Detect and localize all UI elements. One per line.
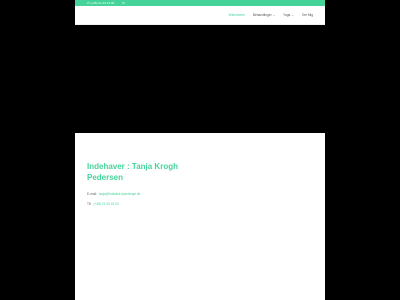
page-title: Indehaver : Tanja Krogh Pedersen bbox=[87, 162, 178, 182]
nav-item-om-mig[interactable]: Om Mig bbox=[302, 13, 313, 17]
topbar-phone-number: (+45) 21 43 43 00 bbox=[90, 1, 115, 5]
chevron-down-icon: ⌄ bbox=[272, 13, 276, 17]
header: Velkommen Behandlinger ⌄ Yoga ⌄ Om Mig bbox=[75, 6, 325, 25]
page: ✆ (+45) 21 43 43 00 ✉ Velkommen Behandli… bbox=[75, 0, 325, 300]
nav-item-label: Yoga bbox=[283, 13, 291, 17]
tel-label: Tlf: bbox=[87, 202, 92, 206]
envelope-icon[interactable]: ✉ bbox=[122, 1, 125, 5]
nav-item-velkommen[interactable]: Velkommen bbox=[228, 13, 245, 17]
topbar-phone[interactable]: ✆ (+45) 21 43 43 00 bbox=[87, 1, 114, 5]
email-label: E-mail: bbox=[87, 192, 97, 196]
nav-item-label: Om Mig bbox=[301, 13, 313, 17]
nav-item-label: Behandlinger bbox=[252, 13, 272, 17]
tel-row: Tlf: (+45) 21 43 43 00 bbox=[87, 202, 119, 206]
content-section: Indehaver : Tanja Krogh Pedersen E-mail:… bbox=[75, 133, 325, 300]
nav-item-behandlinger[interactable]: Behandlinger ⌄ bbox=[253, 13, 275, 17]
nav-item-yoga[interactable]: Yoga ⌄ bbox=[283, 13, 294, 17]
phone-icon: ✆ bbox=[87, 1, 90, 5]
chevron-down-icon: ⌄ bbox=[291, 13, 294, 17]
email-row: E-mail: tanja@holistisk-fysioterapi.dk bbox=[87, 192, 140, 196]
nav-item-label: Velkommen bbox=[228, 13, 245, 17]
main-nav: Velkommen Behandlinger ⌄ Yoga ⌄ Om Mig bbox=[228, 13, 313, 17]
hero-banner bbox=[75, 25, 325, 133]
email-link[interactable]: tanja@holistisk-fysioterapi.dk bbox=[99, 192, 140, 196]
tel-link[interactable]: (+45) 21 43 43 00 bbox=[93, 202, 118, 206]
